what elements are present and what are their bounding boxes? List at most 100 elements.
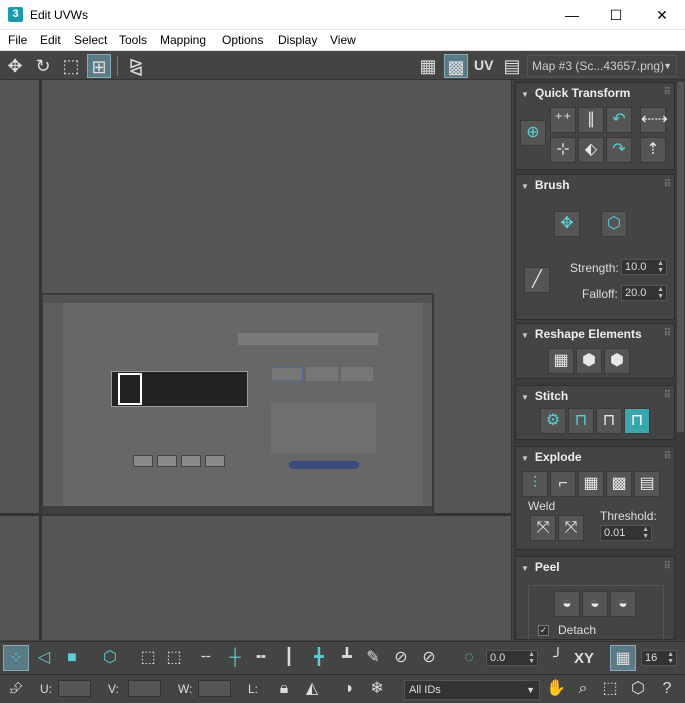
- edge-select-icon[interactable]: ┃: [276, 645, 302, 671]
- v-field[interactable]: [128, 680, 161, 697]
- element-mode-icon[interactable]: ⬡: [97, 645, 123, 671]
- vertex-mode-icon[interactable]: ⁘: [3, 645, 29, 671]
- rotate-icon[interactable]: ↻: [31, 54, 55, 78]
- lock-icon[interactable]: 🔒︎: [271, 676, 297, 702]
- pan-icon[interactable]: ✋: [543, 676, 569, 702]
- zoom-region-icon[interactable]: ⬚: [597, 676, 623, 702]
- maximize-button[interactable]: ☐: [593, 0, 639, 30]
- paint-shrink-icon[interactable]: ⊘: [416, 645, 442, 671]
- xy-toggle[interactable]: XY: [574, 650, 594, 667]
- rotate-ccw-icon[interactable]: ↶: [606, 107, 632, 133]
- stitch-source-icon[interactable]: ⊓: [568, 408, 594, 434]
- uv-viewport[interactable]: [0, 80, 512, 640]
- align-horizontal-icon[interactable]: ⁺⁺: [550, 107, 576, 133]
- soft-selection-icon[interactable]: ◌: [456, 645, 482, 671]
- close-button[interactable]: ✕: [639, 0, 685, 30]
- w-field[interactable]: [198, 680, 231, 697]
- split-faces-icon[interactable]: ▦: [578, 471, 604, 497]
- menu-mapping[interactable]: Mapping: [160, 33, 206, 47]
- checker-teal-icon[interactable]: ▩: [444, 54, 468, 78]
- rollout-header[interactable]: ▼ Quick Transform ⠿: [516, 83, 674, 103]
- point-to-edge-icon[interactable]: ╋: [306, 645, 332, 671]
- break-icon[interactable]: ⫶: [522, 471, 548, 497]
- show-hide-icon[interactable]: ◭: [299, 676, 325, 702]
- weld-selected-icon[interactable]: ⤧: [530, 515, 556, 541]
- menu-display[interactable]: Display: [278, 33, 317, 47]
- space-vertical-icon[interactable]: ⇡: [640, 137, 666, 163]
- falloff-curve-icon[interactable]: ╱: [524, 267, 550, 293]
- relax-settings-icon[interactable]: ⬢: [604, 348, 630, 374]
- stitch-target-icon[interactable]: ⊓: [624, 408, 650, 434]
- zoom-extents-icon[interactable]: ⬡: [625, 676, 651, 702]
- menu-view[interactable]: View: [330, 33, 356, 47]
- paint-grow-icon[interactable]: ⊘: [388, 645, 414, 671]
- relax-brush-icon[interactable]: ⬡: [601, 211, 627, 237]
- freeze-icon[interactable]: ◑: [335, 676, 361, 702]
- scrollbar-thumb[interactable]: [677, 82, 684, 432]
- face-mode-icon[interactable]: ■: [59, 645, 85, 671]
- checker-icon[interactable]: ▦: [416, 54, 440, 78]
- angle-spinner[interactable]: 0.0 ▲ ▼: [486, 650, 538, 666]
- minimize-button[interactable]: —: [549, 0, 595, 30]
- straighten-selection-icon[interactable]: ▦: [548, 348, 574, 374]
- peel-mode-icon[interactable]: ◒: [582, 591, 608, 617]
- menu-select[interactable]: Select: [74, 33, 107, 47]
- rollout-header[interactable]: ▼ Brush ⠿: [516, 175, 674, 195]
- strength-spinner[interactable]: 10.0 ▲ ▼: [621, 259, 667, 275]
- explode-settings-icon[interactable]: ▤: [634, 471, 660, 497]
- grow-selection-icon[interactable]: ⬚: [135, 645, 161, 671]
- detach-checkbox[interactable]: ✓: [538, 625, 549, 636]
- rollout-header[interactable]: ▼ Stitch ⠿: [516, 386, 674, 406]
- status-toolbar: ⮵ U: V: W: L: 🔒︎ ◭ ◑ ❄ All IDs ▼ ✋ ⌕ ⬚ ⬡…: [0, 674, 685, 703]
- rotate-cw-icon[interactable]: ↷: [606, 137, 632, 163]
- texture-settings-icon[interactable]: ▤: [500, 54, 524, 78]
- align-cross-icon[interactable]: ⊹: [550, 137, 576, 163]
- absolute-offset-icon[interactable]: ⮵: [3, 676, 29, 702]
- grid-spinner[interactable]: 16 ▲ ▼: [641, 650, 677, 666]
- quick-peel-icon[interactable]: ◒: [554, 591, 580, 617]
- falloff-type-icon[interactable]: ╯: [545, 645, 571, 671]
- grid-snap-icon[interactable]: ▦: [610, 645, 636, 671]
- detach-edge-icon[interactable]: ⌐: [550, 471, 576, 497]
- texture-browser-bar: [43, 295, 432, 303]
- menu-edit[interactable]: Edit: [40, 33, 61, 47]
- move-icon[interactable]: ✥: [3, 54, 27, 78]
- menu-tools[interactable]: Tools: [119, 33, 147, 47]
- snowflake-icon[interactable]: ❄: [364, 676, 390, 702]
- align-vertical-icon[interactable]: ∥: [578, 107, 604, 133]
- rollout-header[interactable]: ▼ Explode ⠿: [516, 447, 674, 467]
- panel-scrollbar[interactable]: [676, 80, 685, 640]
- flatten-icon[interactable]: ▩: [606, 471, 632, 497]
- falloff-spinner[interactable]: 20.0 ▲ ▼: [621, 285, 667, 301]
- shrink-selection-icon[interactable]: ⬚: [161, 645, 187, 671]
- center-pivot-icon[interactable]: ⊕: [520, 120, 546, 146]
- stitch-average-icon[interactable]: ⊓: [596, 408, 622, 434]
- reset-peel-icon[interactable]: ◒: [610, 591, 636, 617]
- rollout-header[interactable]: ▼ Peel ⠿: [516, 557, 674, 577]
- ids-dropdown[interactable]: All IDs ▼: [404, 680, 540, 700]
- loop-ring-icon[interactable]: ╍: [248, 645, 274, 671]
- mirror-icon[interactable]: ⧎: [124, 54, 148, 78]
- threshold-spinner[interactable]: 0.01 ▲ ▼: [600, 525, 652, 541]
- edge-to-point-icon[interactable]: ┻: [334, 645, 360, 671]
- scale-icon[interactable]: ⬚: [59, 54, 83, 78]
- map-dropdown[interactable]: Map #3 (Sc...43657.png) ▼: [527, 55, 677, 77]
- ring-icon[interactable]: ┼: [222, 645, 248, 671]
- loop-icon[interactable]: ╌: [193, 645, 219, 671]
- paint-move-icon[interactable]: ✥: [554, 211, 580, 237]
- uv-toggle[interactable]: UV: [474, 57, 493, 73]
- rollout-header[interactable]: ▼ Reshape Elements ⠿: [516, 324, 674, 344]
- space-horizontal-icon[interactable]: ⇠⇢: [640, 107, 668, 133]
- weld-target-icon[interactable]: ⤧: [558, 515, 584, 541]
- edge-mode-icon[interactable]: ◁: [31, 645, 57, 671]
- help-icon[interactable]: ?: [654, 676, 680, 702]
- paint-select-icon[interactable]: ✎: [360, 645, 386, 671]
- menu-options[interactable]: Options: [222, 33, 263, 47]
- u-field[interactable]: [58, 680, 91, 697]
- relax-icon[interactable]: ⬢: [576, 348, 602, 374]
- menu-file[interactable]: File: [8, 33, 27, 47]
- straighten-icon[interactable]: ⬖: [578, 137, 604, 163]
- zoom-icon[interactable]: ⌕: [570, 676, 596, 702]
- freeform-icon[interactable]: ⊞: [87, 54, 111, 78]
- stitch-custom-icon[interactable]: ⚙: [540, 408, 566, 434]
